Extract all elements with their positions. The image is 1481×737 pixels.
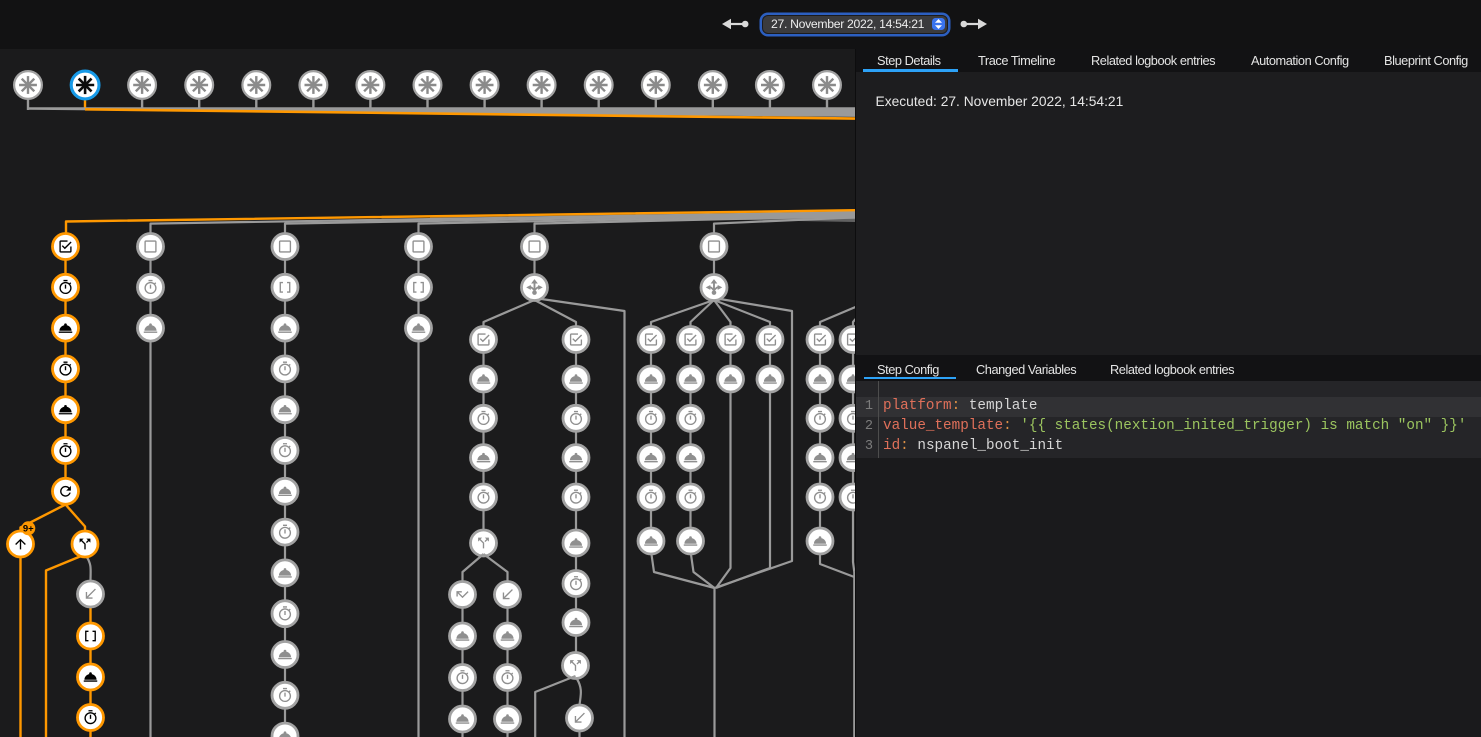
svg-text:9+: 9+ xyxy=(23,523,34,534)
